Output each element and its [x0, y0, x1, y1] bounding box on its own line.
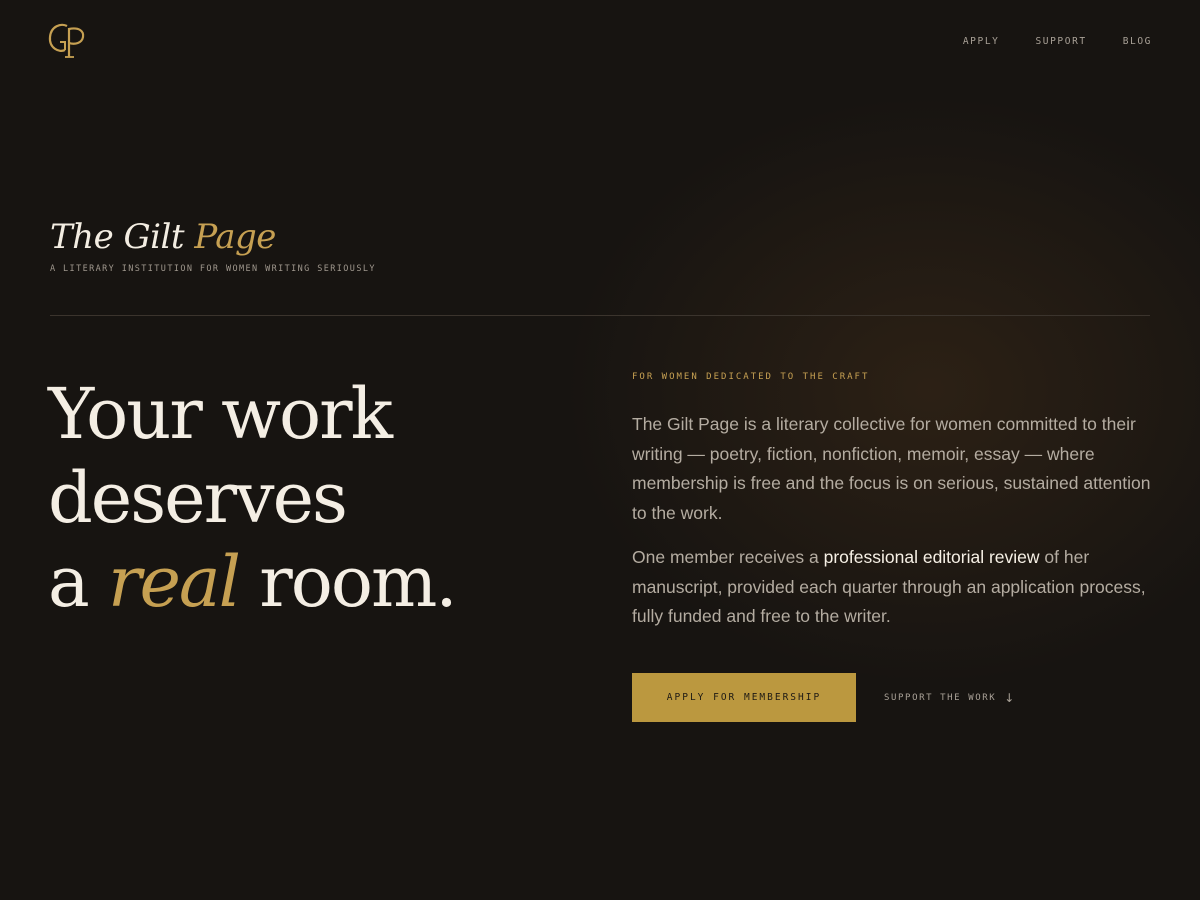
- brand-tagline: A LITERARY INSTITUTION FOR WOMEN WRITING…: [50, 264, 376, 274]
- hero-headline: Your work deserves a real room.: [48, 372, 458, 624]
- hero-line-3-suffix: room.: [239, 541, 457, 623]
- section-divider: [50, 315, 1150, 316]
- logo[interactable]: [47, 20, 87, 62]
- arrow-down-icon: ↓: [1004, 690, 1015, 705]
- intro-paragraph-2: One member receives a professional edito…: [632, 543, 1152, 632]
- brand-title: The Gilt Page: [50, 212, 376, 262]
- intro-paragraph-1: The Gilt Page is a literary collective f…: [632, 414, 1151, 524]
- support-work-label: SUPPORT THE WORK: [884, 692, 997, 703]
- hero-line-1: Your work: [48, 373, 393, 455]
- nav-item-apply[interactable]: APPLY: [963, 36, 1000, 47]
- intro-paragraph-2-prefix: One member receives a: [632, 546, 824, 567]
- intro-eyebrow: FOR WOMEN DEDICATED TO THE CRAFT: [632, 372, 870, 382]
- nav-item-blog[interactable]: BLOG: [1123, 36, 1152, 47]
- intro-paragraph-2-highlight: professional editorial review: [823, 546, 1040, 567]
- main-nav: APPLY SUPPORT BLOG: [963, 36, 1152, 47]
- apply-membership-button[interactable]: APPLY FOR MEMBERSHIP: [632, 673, 856, 722]
- intro-column: FOR WOMEN DEDICATED TO THE CRAFT The Gil…: [632, 372, 1152, 632]
- cta-group: APPLY FOR MEMBERSHIP SUPPORT THE WORK ↓: [632, 673, 1014, 722]
- hero-line-2: deserves: [48, 457, 348, 539]
- gp-monogram-icon: [48, 23, 85, 58]
- brand-block: The Gilt Page A LITERARY INSTITUTION FOR…: [50, 212, 376, 274]
- support-work-link[interactable]: SUPPORT THE WORK ↓: [884, 691, 1014, 705]
- brand-title-accent: Page: [194, 217, 276, 257]
- hero-line-3-accent: real: [107, 541, 241, 623]
- nav-item-support[interactable]: SUPPORT: [1035, 36, 1086, 47]
- hero-line-3-prefix: a: [48, 541, 108, 623]
- brand-title-main: The Gilt: [50, 217, 195, 257]
